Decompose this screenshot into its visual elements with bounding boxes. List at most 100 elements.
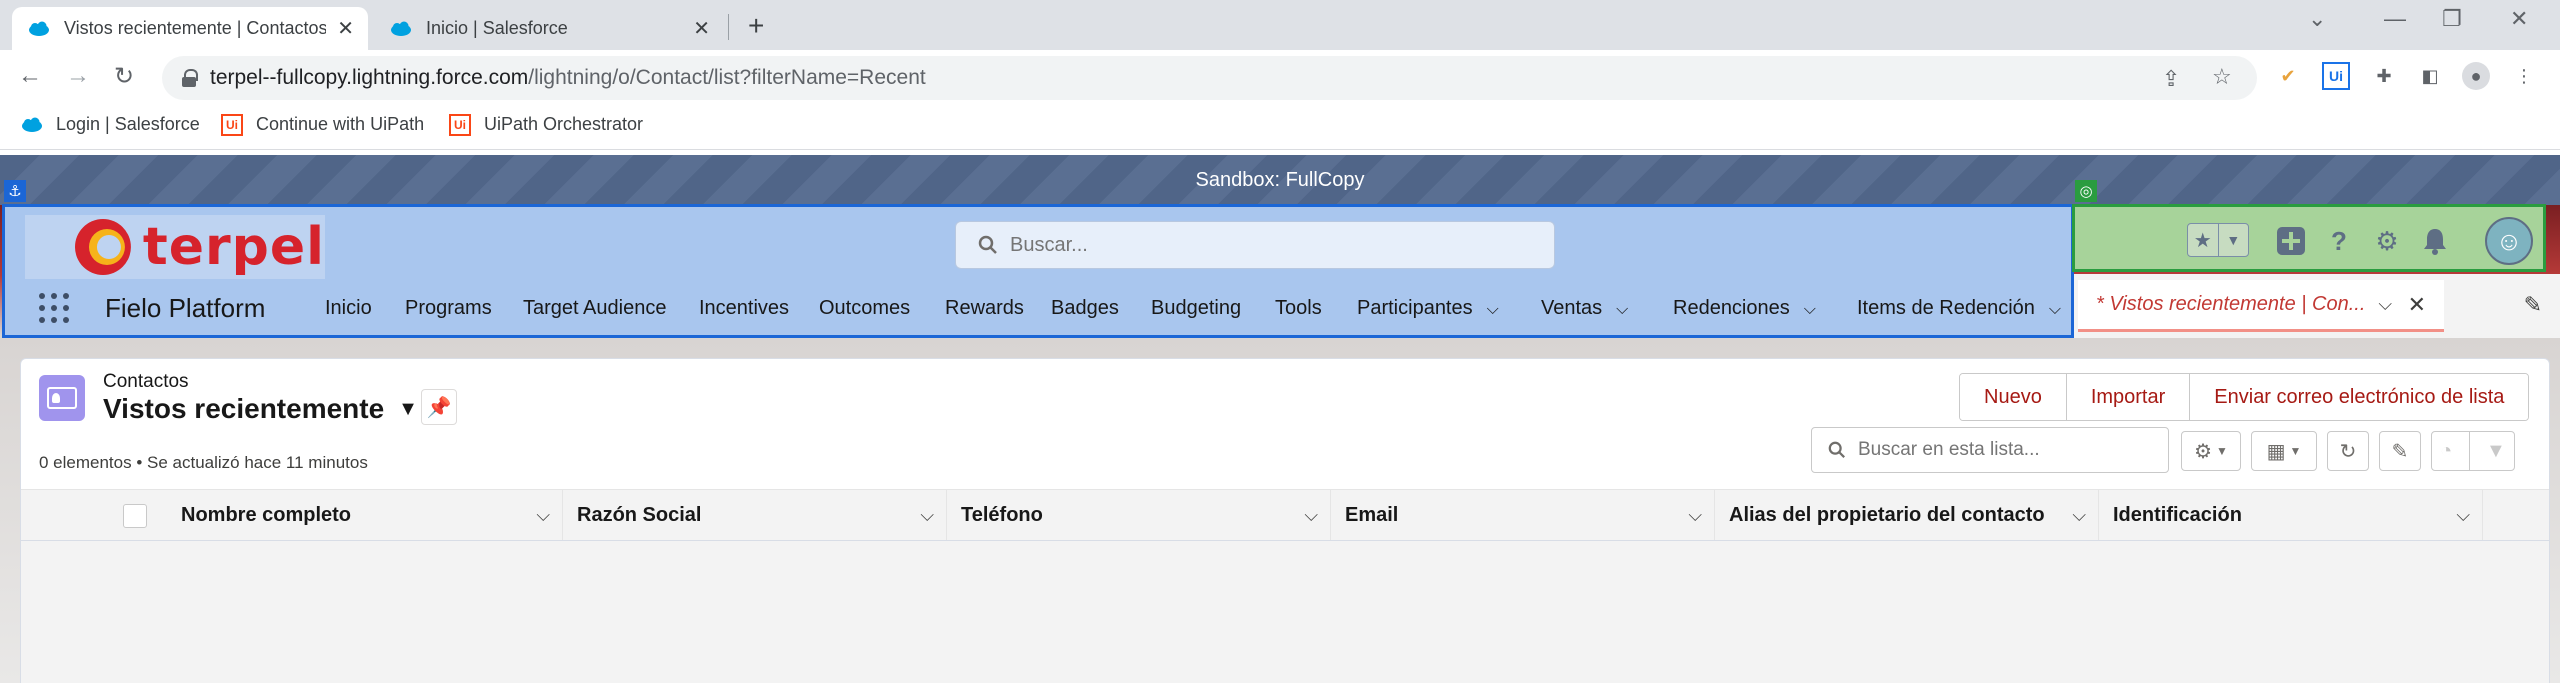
close-icon[interactable]: ✕ — [2408, 292, 2426, 318]
browser-tab-inactive[interactable]: Inicio | Salesforce ✕ — [374, 7, 724, 50]
extension-person-icon[interactable]: ✔ — [2274, 62, 2302, 90]
pin-icon[interactable]: 📌 — [421, 389, 457, 425]
nav-label: Items de Redención — [1857, 297, 2035, 319]
chevron-down-icon[interactable]: ⌵ — [1304, 505, 1318, 526]
select-all-checkbox[interactable] — [123, 504, 147, 528]
column-header-email[interactable]: Email ⌵ — [1331, 490, 1715, 540]
caret-down-icon[interactable]: ▼ — [398, 398, 418, 421]
column-header-alias-propietario[interactable]: Alias del propietario del contacto ⌵ — [1715, 490, 2099, 540]
back-icon[interactable]: ← — [18, 62, 42, 90]
chevron-down-icon[interactable]: ⌵ — [920, 505, 934, 526]
chevron-down-icon[interactable]: ⌵ — [2456, 505, 2470, 526]
side-panel-icon[interactable]: ◧ — [2416, 62, 2444, 90]
reload-icon[interactable]: ↻ — [114, 62, 134, 91]
chevron-down-icon[interactable]: ⌵ — [1804, 301, 1816, 318]
bookmark-label: Login | Salesforce — [56, 114, 200, 134]
tab-search-icon[interactable]: ⌄ — [2308, 6, 2326, 32]
chevron-down-icon[interactable]: ⌵ — [536, 505, 550, 526]
column-header-razon-social[interactable]: Razón Social ⌵ — [563, 490, 947, 540]
workspace-tab[interactable]: * Vistos recientemente | Con... ⌵ ✕ — [2078, 280, 2444, 332]
search-icon — [1828, 441, 1845, 458]
chevron-down-icon[interactable]: ⌵ — [1616, 301, 1628, 318]
chevron-down-icon[interactable]: ⌵ — [2378, 294, 2392, 315]
global-header: terpel Fielo Platform Inicio Programs Ta… — [2, 204, 2074, 338]
chevron-down-icon[interactable]: ⌵ — [2049, 301, 2061, 318]
nav-item-incentives[interactable]: Incentives — [699, 297, 789, 320]
url-path: /lightning/o/Contact/list?filterName=Rec… — [528, 66, 926, 89]
chevron-down-icon[interactable]: ⌵ — [1487, 301, 1499, 318]
refresh-icon[interactable]: ↻ — [2327, 431, 2369, 471]
address-bar[interactable]: terpel--fullcopy.lightning.force.com/lig… — [162, 56, 2257, 100]
chevron-down-icon[interactable]: ⌵ — [1688, 505, 1702, 526]
bookmark-continue-uipath[interactable]: Ui Continue with UiPath — [220, 113, 424, 136]
favorites-button[interactable]: ★ ▼ — [2187, 223, 2249, 257]
edit-pencil-icon[interactable]: ✎ — [2379, 431, 2421, 471]
nav-item-budgeting[interactable]: Budgeting — [1151, 297, 1241, 320]
edit-nav-pencil-icon[interactable]: ✎ — [2524, 292, 2542, 318]
salesforce-cloud-icon — [20, 115, 44, 135]
chevron-down-icon[interactable]: ▼ — [2217, 224, 2249, 256]
global-search[interactable] — [955, 221, 1555, 269]
chevron-down-icon[interactable]: ⌵ — [2072, 505, 2086, 526]
profile-icon[interactable]: ● — [2462, 62, 2490, 90]
add-icon[interactable] — [2273, 223, 2309, 259]
browser-tab-active[interactable]: Vistos recientemente | Contactos ✕ — [12, 7, 368, 50]
list-settings-gear-icon[interactable]: ⚙ ▼ — [2181, 431, 2241, 471]
list-view-selector[interactable]: Vistos recientemente ▼ — [103, 393, 418, 425]
send-list-email-button[interactable]: Enviar correo electrónico de lista — [2190, 374, 2529, 420]
chart-icon[interactable]: ◔ — [2440, 440, 2452, 463]
minimize-icon[interactable]: — — [2384, 6, 2406, 32]
list-search-input[interactable] — [1858, 439, 2158, 461]
nav-item-inicio[interactable]: Inicio — [325, 297, 372, 320]
column-header-telefono[interactable]: Teléfono ⌵ — [947, 490, 1331, 540]
workspace-tab-bar: * Vistos recientemente | Con... ⌵ ✕ ✎ — [2074, 274, 2560, 338]
bookmark-login-salesforce[interactable]: Login | Salesforce — [20, 114, 200, 135]
setup-gear-icon[interactable]: ⚙ — [2369, 223, 2405, 259]
list-search[interactable] — [1811, 427, 2169, 473]
lock-icon[interactable] — [182, 69, 198, 87]
share-icon[interactable]: ⇪ — [2162, 66, 2180, 92]
extensions-puzzle-icon[interactable]: ✚ — [2370, 62, 2398, 90]
chart-filter-group: ◔ ▼ — [2431, 431, 2515, 471]
nav-item-target-audience[interactable]: Target Audience — [523, 297, 666, 320]
uipath-extension-icon[interactable]: Ui — [2322, 62, 2350, 90]
nav-item-items-de-redencion[interactable]: Items de Redención ⌵ — [1857, 297, 2061, 320]
app-launcher-waffle-icon[interactable] — [39, 293, 69, 323]
help-icon[interactable]: ? — [2321, 223, 2357, 259]
import-button[interactable]: Importar — [2066, 374, 2191, 420]
nav-item-redenciones[interactable]: Redenciones ⌵ — [1673, 297, 1816, 320]
tab-separator — [728, 14, 729, 40]
notification-bell-icon[interactable] — [2417, 223, 2453, 259]
column-label: Email — [1345, 503, 1399, 526]
nav-item-rewards[interactable]: Rewards — [945, 297, 1024, 320]
target-icon: ◎ — [2075, 180, 2097, 202]
bookmark-star-icon[interactable]: ☆ — [2212, 64, 2232, 90]
nav-label: Budgeting — [1151, 297, 1242, 319]
close-tab-icon[interactable]: ✕ — [337, 16, 354, 41]
nav-item-ventas[interactable]: Ventas ⌵ — [1541, 297, 1628, 320]
bookmark-uipath-orchestrator[interactable]: Ui UiPath Orchestrator — [448, 113, 643, 136]
global-search-input[interactable] — [1010, 233, 1490, 257]
column-header-identificacion[interactable]: Identificación ⌵ — [2099, 490, 2483, 540]
nav-item-tools[interactable]: Tools — [1275, 297, 1322, 320]
display-as-table-icon[interactable]: ▦ ▼ — [2251, 431, 2317, 471]
close-tab-icon[interactable]: ✕ — [693, 16, 710, 41]
favorite-star-icon[interactable]: ★ — [2188, 224, 2218, 256]
new-tab-icon[interactable]: + — [748, 10, 764, 42]
forward-icon[interactable]: → — [66, 62, 90, 90]
close-window-icon[interactable]: ✕ — [2510, 6, 2528, 32]
menu-kebab-icon[interactable]: ⋮ — [2510, 62, 2538, 90]
new-button[interactable]: Nuevo — [1960, 374, 2067, 420]
filter-icon[interactable]: ▼ — [2486, 440, 2506, 463]
nav-item-badges[interactable]: Badges — [1051, 297, 1119, 320]
url-host: terpel--fullcopy.lightning.force.com — [210, 66, 529, 89]
restore-icon[interactable]: ❐ — [2442, 6, 2462, 32]
contact-object-icon — [39, 375, 85, 421]
user-avatar[interactable]: ☺ — [2485, 217, 2533, 265]
nav-item-outcomes[interactable]: Outcomes — [819, 297, 910, 320]
column-header-nombre-completo[interactable]: Nombre completo ⌵ — [167, 490, 563, 540]
nav-item-participantes[interactable]: Participantes ⌵ — [1357, 297, 1499, 320]
nav-item-programs[interactable]: Programs — [405, 297, 492, 320]
browser-tab-title: Inicio | Salesforce — [426, 18, 568, 38]
empty-table-body — [21, 541, 2549, 683]
